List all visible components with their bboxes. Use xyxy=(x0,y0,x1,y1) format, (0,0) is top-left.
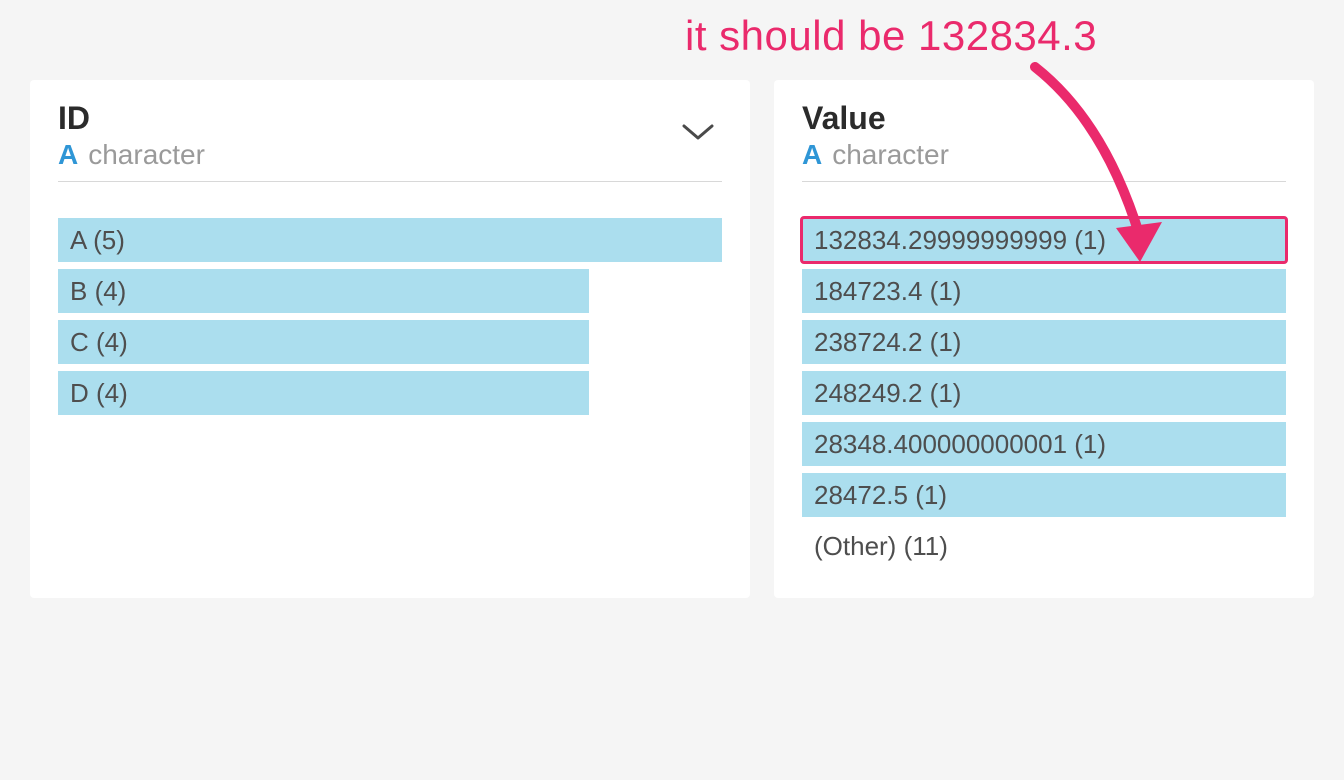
bar-row[interactable]: B (4) xyxy=(58,269,722,313)
bar-row[interactable]: C (4) xyxy=(58,320,722,364)
bars-id: A (5) B (4) C (4) D (4) xyxy=(58,218,722,415)
type-label: character xyxy=(832,139,949,171)
chevron-down-icon[interactable] xyxy=(680,122,716,142)
panel-id-title: ID xyxy=(58,100,680,137)
type-icon: A xyxy=(802,141,822,169)
bar-label: 184723.4 (1) xyxy=(814,269,961,313)
type-icon: A xyxy=(58,141,78,169)
bar-label: C (4) xyxy=(70,320,128,364)
bar-row[interactable]: A (5) xyxy=(58,218,722,262)
bar-label: D (4) xyxy=(70,371,128,415)
bar-label: 132834.29999999999 (1) xyxy=(814,218,1106,262)
bar-row[interactable]: (Other) (11) xyxy=(802,524,1286,568)
bar-fill xyxy=(58,320,589,364)
bar-label: B (4) xyxy=(70,269,126,313)
panel-id: ID A character A (5) B (4) C (4) D (4) xyxy=(30,80,750,598)
bar-label: 238724.2 (1) xyxy=(814,320,961,364)
bar-row[interactable]: 184723.4 (1) xyxy=(802,269,1286,313)
bar-fill xyxy=(58,371,589,415)
bar-label: 28348.400000000001 (1) xyxy=(814,422,1106,466)
bar-row[interactable]: 28348.400000000001 (1) xyxy=(802,422,1286,466)
bars-value: 132834.29999999999 (1) 184723.4 (1) 238724… xyxy=(802,218,1286,568)
bar-row[interactable]: 28472.5 (1) xyxy=(802,473,1286,517)
panel-value: Value A character 132834.29999999999 (1)… xyxy=(774,80,1314,598)
bar-label: A (5) xyxy=(70,218,125,262)
annotation-text: it should be 132834.3 xyxy=(685,12,1097,60)
type-label: character xyxy=(88,139,205,171)
bar-label: 248249.2 (1) xyxy=(814,371,961,415)
panel-id-header: ID A character xyxy=(58,100,722,182)
bar-row[interactable]: D (4) xyxy=(58,371,722,415)
panel-value-title: Value xyxy=(802,100,1286,137)
bar-fill xyxy=(58,269,589,313)
bar-row[interactable]: 132834.29999999999 (1) xyxy=(802,218,1286,262)
bar-row[interactable]: 238724.2 (1) xyxy=(802,320,1286,364)
bar-row[interactable]: 248249.2 (1) xyxy=(802,371,1286,415)
bar-label: (Other) (11) xyxy=(814,524,948,568)
bar-fill xyxy=(58,218,722,262)
panel-value-header: Value A character xyxy=(802,100,1286,182)
bar-label: 28472.5 (1) xyxy=(814,473,947,517)
